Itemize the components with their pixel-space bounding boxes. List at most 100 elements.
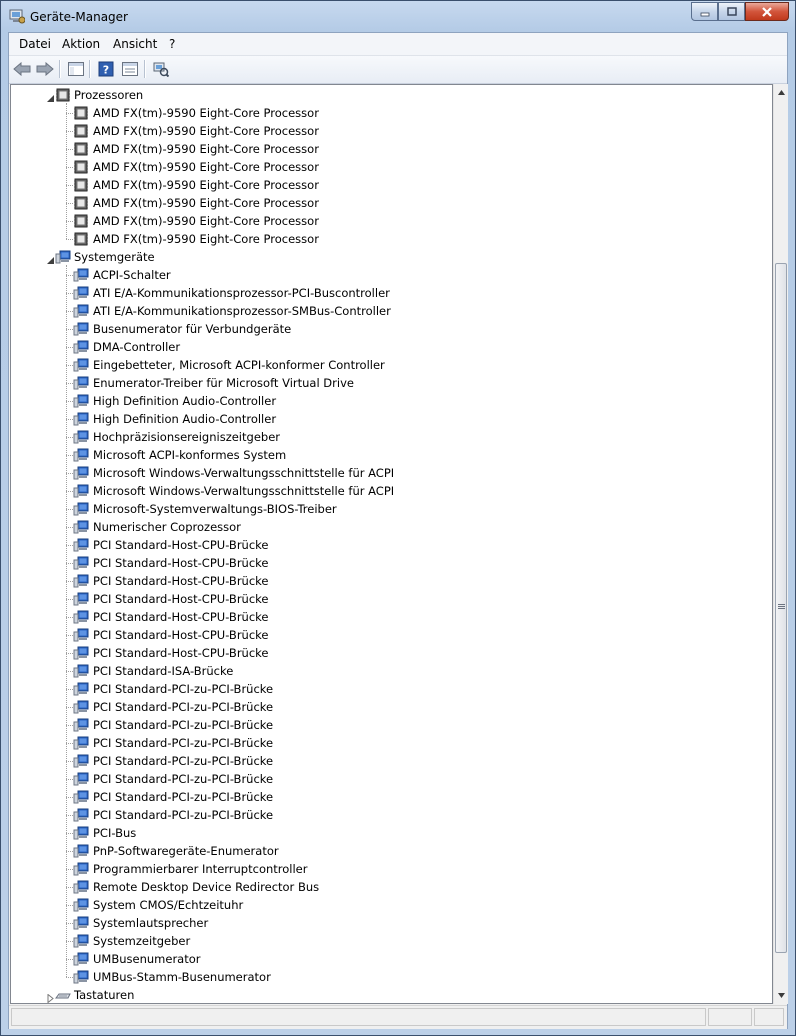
tree-device-item[interactable]: AMD FX(tm)-9590 Eight-Core Processor <box>11 212 771 230</box>
tree-device-item[interactable]: PCI Standard-Host-CPU-Brücke <box>11 572 771 590</box>
tree-device-item[interactable]: Systemlautsprecher <box>11 914 771 932</box>
tree-connector <box>66 149 73 150</box>
properties-button[interactable] <box>120 59 140 79</box>
tree-device-item[interactable]: ACPI-Schalter <box>11 266 771 284</box>
client-area: Datei Aktion Ansicht ? ? Prozessoren AMD… <box>8 32 788 1029</box>
collapse-toggle-icon[interactable] <box>46 252 55 264</box>
tree-device-item[interactable]: PCI Standard-Host-CPU-Brücke <box>11 590 771 608</box>
processor-icon <box>73 123 89 139</box>
tree-device-item[interactable]: Microsoft ACPI-konformes System <box>11 446 771 464</box>
minimize-button[interactable] <box>691 2 718 21</box>
tree-category[interactable]: Tastaturen <box>11 986 771 1003</box>
processor-icon <box>55 87 71 103</box>
scroll-down-button[interactable] <box>774 987 788 1004</box>
console-tree-icon <box>68 62 84 76</box>
tree-device-item[interactable]: PCI Standard-PCI-zu-PCI-Brücke <box>11 698 771 716</box>
forward-button[interactable] <box>35 59 55 79</box>
collapse-toggle-icon[interactable] <box>46 90 55 102</box>
status-bar <box>9 1005 787 1029</box>
tree-category[interactable]: Systemgeräte <box>11 248 771 266</box>
tree-device-item[interactable]: Hochpräzisionsereigniszeitgeber <box>11 428 771 446</box>
tree-device-item[interactable]: PnP-Softwaregeräte-Enumerator <box>11 842 771 860</box>
tree-connector <box>66 383 73 384</box>
tree-device-item[interactable]: PCI Standard-ISA-Brücke <box>11 662 771 680</box>
device-tree[interactable]: Prozessoren AMD FX(tm)-9590 Eight-Core Pr… <box>10 84 773 1004</box>
tree-device-label: AMD FX(tm)-9590 Eight-Core Processor <box>93 178 319 192</box>
tree-connector <box>66 131 73 132</box>
show-hide-console-tree-button[interactable] <box>66 59 86 79</box>
tree-connector <box>66 545 73 546</box>
tree-connector <box>66 635 73 636</box>
tree-device-item[interactable]: Busenumerator für Verbundgeräte <box>11 320 771 338</box>
tree-device-item[interactable]: PCI Standard-PCI-zu-PCI-Brücke <box>11 680 771 698</box>
tree-device-item[interactable]: Programmierbarer Interruptcontroller <box>11 860 771 878</box>
system-device-icon <box>73 699 89 715</box>
tree-device-item[interactable]: Microsoft Windows-Verwaltungsschnittstel… <box>11 464 771 482</box>
help-button[interactable]: ? <box>96 59 116 79</box>
system-device-icon <box>73 951 89 967</box>
system-device-icon <box>73 807 89 823</box>
tree-device-item[interactable]: AMD FX(tm)-9590 Eight-Core Processor <box>11 140 771 158</box>
back-button[interactable] <box>12 59 32 79</box>
tree-device-item[interactable]: System CMOS/Echtzeituhr <box>11 896 771 914</box>
tree-device-item[interactable]: PCI Standard-PCI-zu-PCI-Brücke <box>11 752 771 770</box>
tree-connector <box>66 265 67 977</box>
tree-device-item[interactable]: PCI Standard-Host-CPU-Brücke <box>11 644 771 662</box>
tree-device-item[interactable]: Enumerator-Treiber für Microsoft Virtual… <box>11 374 771 392</box>
scroll-up-button[interactable] <box>774 84 788 101</box>
menu-ansicht[interactable]: Ansicht <box>113 37 157 51</box>
tree-device-item[interactable]: PCI Standard-PCI-zu-PCI-Brücke <box>11 716 771 734</box>
tree-device-item[interactable]: Numerischer Coprozessor <box>11 518 771 536</box>
menu-aktion[interactable]: Aktion <box>62 37 100 51</box>
tree-device-item[interactable]: ATI E/A-Kommunikationsprozessor-SMBus-Co… <box>11 302 771 320</box>
scroll-thumb[interactable] <box>775 263 787 953</box>
tree-device-item[interactable]: AMD FX(tm)-9590 Eight-Core Processor <box>11 104 771 122</box>
tree-device-item[interactable]: PCI-Bus <box>11 824 771 842</box>
tree-device-item[interactable]: Eingebetteter, Microsoft ACPI-konformer … <box>11 356 771 374</box>
tree-connector <box>66 473 73 474</box>
tree-device-item[interactable]: DMA-Controller <box>11 338 771 356</box>
tree-connector <box>66 797 73 798</box>
scan-hardware-button[interactable] <box>151 59 171 79</box>
tree-device-label: Microsoft Windows-Verwaltungsschnittstel… <box>93 466 395 480</box>
tree-device-item[interactable]: PCI Standard-Host-CPU-Brücke <box>11 626 771 644</box>
tree-device-item[interactable]: PCI Standard-PCI-zu-PCI-Brücke <box>11 734 771 752</box>
system-device-icon <box>55 249 71 265</box>
tree-device-item[interactable]: High Definition Audio-Controller <box>11 410 771 428</box>
tree-connector <box>66 581 73 582</box>
title-bar[interactable]: Geräte-Manager <box>1 1 795 32</box>
close-icon <box>762 6 772 17</box>
tree-device-item[interactable]: Microsoft-Systemverwaltungs-BIOS-Treiber <box>11 500 771 518</box>
tree-connector <box>66 779 73 780</box>
tree-connector <box>66 527 73 528</box>
tree-device-item[interactable]: PCI Standard-PCI-zu-PCI-Brücke <box>11 770 771 788</box>
maximize-icon <box>726 6 737 16</box>
tree-device-item[interactable]: PCI Standard-PCI-zu-PCI-Brücke <box>11 788 771 806</box>
tree-connector <box>66 977 73 978</box>
tree-device-item[interactable]: Remote Desktop Device Redirector Bus <box>11 878 771 896</box>
tree-device-item[interactable]: UMBusenumerator <box>11 950 771 968</box>
tree-device-item[interactable]: Systemzeitgeber <box>11 932 771 950</box>
expand-toggle-icon[interactable] <box>46 990 55 1003</box>
close-button[interactable] <box>745 2 789 21</box>
tree-device-item[interactable]: PCI Standard-PCI-zu-PCI-Brücke <box>11 806 771 824</box>
tree-device-item[interactable]: AMD FX(tm)-9590 Eight-Core Processor <box>11 194 771 212</box>
tree-device-item[interactable]: UMBus-Stamm-Busenumerator <box>11 968 771 986</box>
tree-device-item[interactable]: AMD FX(tm)-9590 Eight-Core Processor <box>11 122 771 140</box>
menu-datei[interactable]: Datei <box>19 37 51 51</box>
tree-device-item[interactable]: PCI Standard-Host-CPU-Brücke <box>11 608 771 626</box>
tree-device-item[interactable]: AMD FX(tm)-9590 Eight-Core Processor <box>11 176 771 194</box>
tree-device-item[interactable]: Microsoft Windows-Verwaltungsschnittstel… <box>11 482 771 500</box>
tree-category[interactable]: Prozessoren <box>11 86 771 104</box>
tree-device-item[interactable]: PCI Standard-Host-CPU-Brücke <box>11 536 771 554</box>
tree-device-item[interactable]: High Definition Audio-Controller <box>11 392 771 410</box>
tree-device-item[interactable]: ATI E/A-Kommunikationsprozessor-PCI-Busc… <box>11 284 771 302</box>
menu-help[interactable]: ? <box>169 37 175 51</box>
tree-device-item[interactable]: PCI Standard-Host-CPU-Brücke <box>11 554 771 572</box>
vertical-scrollbar[interactable] <box>773 84 788 1004</box>
tree-device-label: PCI Standard-PCI-zu-PCI-Brücke <box>93 790 274 804</box>
system-device-icon <box>73 501 89 517</box>
tree-device-item[interactable]: AMD FX(tm)-9590 Eight-Core Processor <box>11 158 771 176</box>
maximize-button[interactable] <box>718 2 745 21</box>
tree-device-item[interactable]: AMD FX(tm)-9590 Eight-Core Processor <box>11 230 771 248</box>
